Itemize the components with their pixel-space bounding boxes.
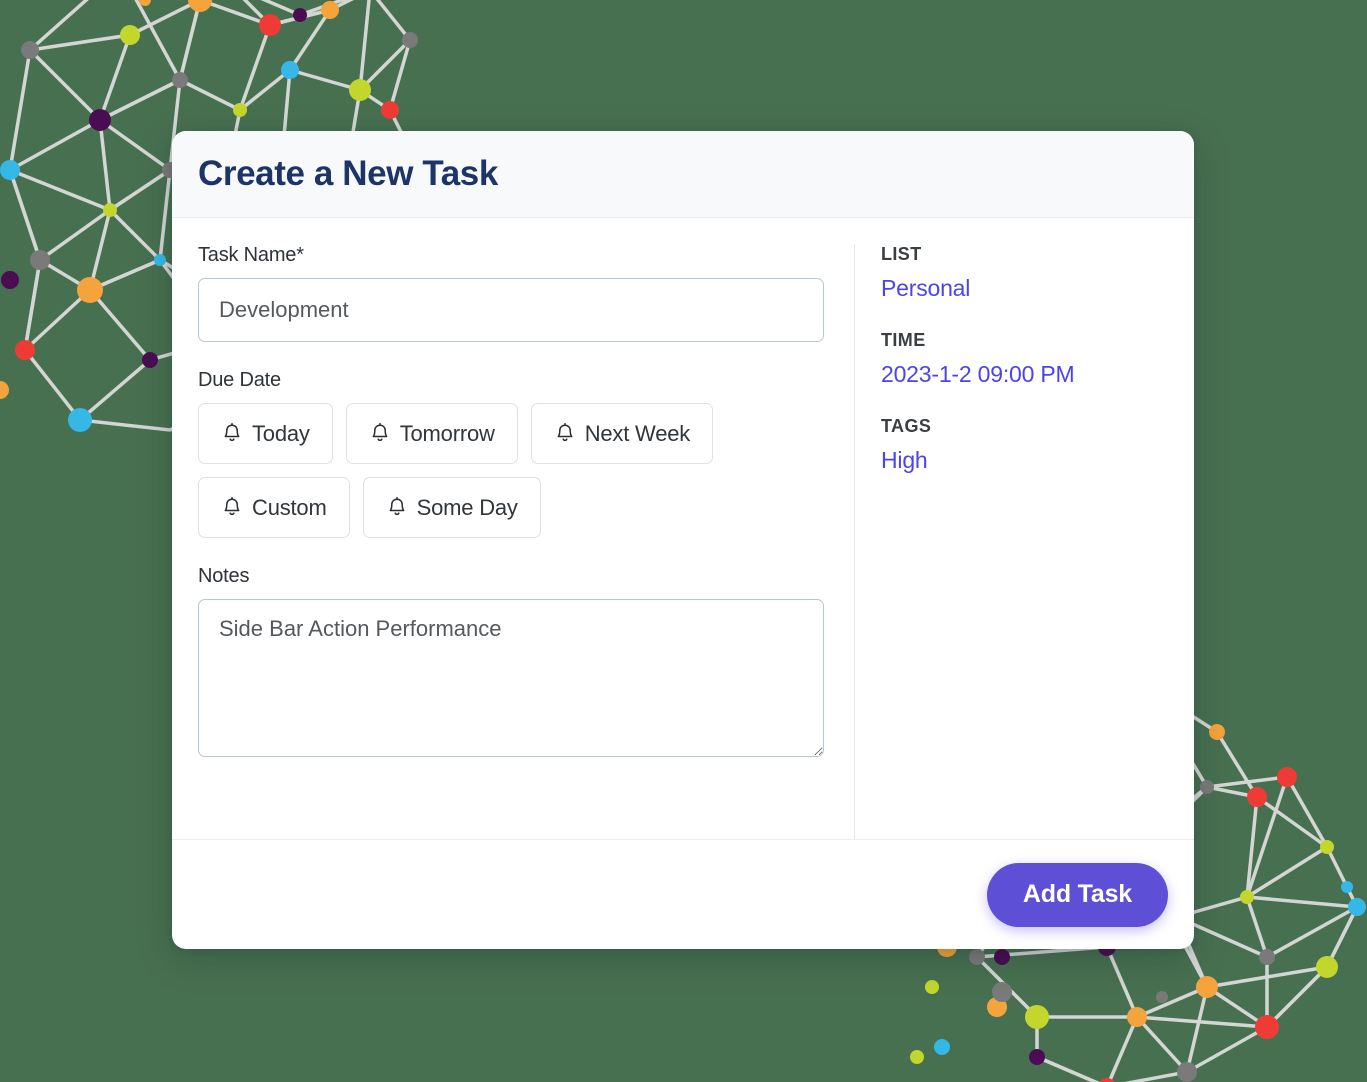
task-form: Task Name* Due Date [198,244,854,839]
bell-icon [386,496,408,520]
bell-icon [554,422,576,446]
meta-tags-value[interactable]: High [881,447,1168,474]
bell-icon [221,496,243,520]
create-task-dialog: Create a New Task Task Name* Due Date [172,131,1194,949]
meta-time-value[interactable]: 2023-1-2 09:00 PM [881,361,1168,388]
due-date-option-label: Some Day [416,494,518,520]
notes-textarea[interactable] [198,599,824,757]
due-date-option-label: Custom [252,494,327,520]
add-task-button[interactable]: Add Task [986,862,1168,927]
notes-label: Notes [198,565,250,587]
due-date-options: Today Tomorrow Next Week Custom Some Day [198,403,824,538]
due-date-label: Due Date [198,369,281,391]
bell-icon [369,422,391,446]
meta-tags-block: TAGS High [881,416,1168,474]
due-date-options-row-1: Today Tomorrow Next Week [198,403,824,464]
due-date-option-today[interactable]: Today [198,403,333,464]
dialog-header: Create a New Task [172,131,1194,218]
due-date-options-row-2: Custom Some Day [198,477,824,538]
task-name-field-group: Task Name* [198,244,824,342]
meta-list-label: LIST [881,244,922,264]
due-date-option-some-day[interactable]: Some Day [362,477,541,538]
dialog-body: Task Name* Due Date [172,218,1194,839]
due-date-option-next-week[interactable]: Next Week [530,403,714,464]
page-title: Create a New Task [198,154,498,193]
due-date-option-custom[interactable]: Custom [198,477,350,538]
meta-list-value[interactable]: Personal [881,275,1168,302]
meta-list-block: LIST Personal [881,244,1168,302]
meta-tags-label: TAGS [881,416,932,436]
bell-icon [221,422,243,446]
due-date-option-label: Today [252,420,310,446]
task-name-input[interactable] [198,278,824,342]
due-date-option-label: Next Week [584,420,691,446]
task-meta-panel: LIST Personal TIME 2023-1-2 09:00 PM TAG… [854,244,1168,839]
task-name-label: Task Name* [198,244,304,266]
due-date-option-tomorrow[interactable]: Tomorrow [345,403,518,464]
meta-time-label: TIME [881,330,926,350]
meta-time-block: TIME 2023-1-2 09:00 PM [881,330,1168,388]
dialog-footer: Add Task [172,839,1194,949]
notes-field-group: Notes [198,565,824,762]
due-date-option-label: Tomorrow [399,420,495,446]
due-date-field-group: Due Date Today Tomorrow Next Week Custom… [198,369,824,538]
